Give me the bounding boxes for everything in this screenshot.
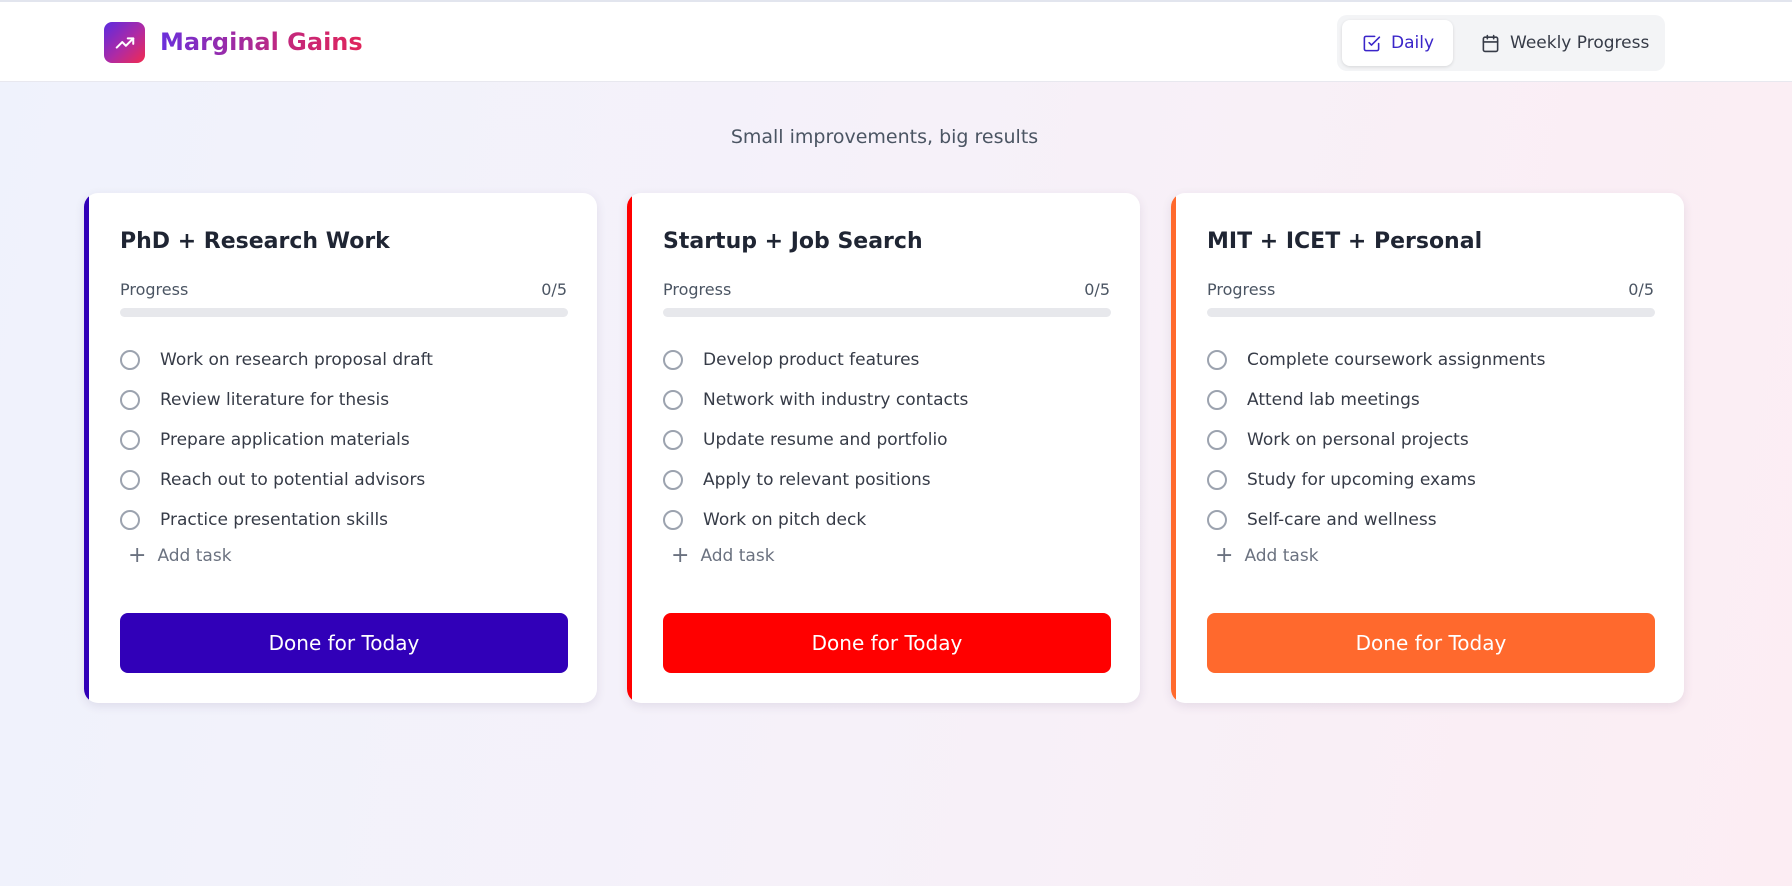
add-task-label: Add task bbox=[700, 546, 775, 566]
category-card-startup-job-search: Startup + Job Search Progress 0/5 Develo… bbox=[627, 193, 1140, 703]
task-checkbox[interactable] bbox=[1207, 390, 1227, 410]
task-label: Practice presentation skills bbox=[160, 510, 389, 530]
progress-bar bbox=[663, 308, 1111, 317]
task-label: Work on personal projects bbox=[1247, 430, 1469, 450]
task-item[interactable]: Apply to relevant positions bbox=[663, 460, 1113, 500]
progress-bar bbox=[120, 308, 568, 317]
card-accent-bar bbox=[627, 193, 632, 703]
tab-weekly-progress-label: Weekly Progress bbox=[1510, 33, 1650, 53]
task-checkbox[interactable] bbox=[663, 390, 683, 410]
task-checkbox[interactable] bbox=[663, 350, 683, 370]
add-task-button[interactable]: + Add task bbox=[1215, 543, 1319, 569]
task-label: Work on research proposal draft bbox=[160, 350, 433, 370]
trending-up-icon bbox=[115, 36, 134, 49]
task-checkbox[interactable] bbox=[1207, 510, 1227, 530]
card-accent-bar bbox=[1171, 193, 1176, 703]
card-title: Startup + Job Search bbox=[663, 229, 923, 254]
task-checkbox[interactable] bbox=[663, 470, 683, 490]
task-list: Work on research proposal draft Review l… bbox=[120, 340, 570, 540]
task-item[interactable]: Develop product features bbox=[663, 340, 1113, 380]
task-checkbox[interactable] bbox=[1207, 350, 1227, 370]
task-label: Study for upcoming exams bbox=[1247, 470, 1476, 490]
calendar-icon bbox=[1482, 34, 1499, 52]
task-checkbox[interactable] bbox=[1207, 470, 1227, 490]
task-item[interactable]: Work on pitch deck bbox=[663, 500, 1113, 540]
task-checkbox[interactable] bbox=[120, 470, 140, 490]
app-logo bbox=[104, 22, 145, 63]
plus-icon: + bbox=[1215, 543, 1234, 568]
progress-count: 0/5 bbox=[541, 280, 567, 299]
progress-label: Progress bbox=[120, 280, 189, 299]
page-subtitle: Small improvements, big results bbox=[730, 126, 1039, 148]
task-label: Attend lab meetings bbox=[1247, 390, 1420, 410]
task-list: Complete coursework assignments Attend l… bbox=[1207, 340, 1657, 540]
app-name: Marginal Gains bbox=[160, 28, 363, 56]
app-header: Marginal Gains Daily Weekly Progress bbox=[0, 2, 1792, 82]
task-checkbox[interactable] bbox=[663, 510, 683, 530]
done-for-today-button[interactable]: Done for Today bbox=[663, 613, 1111, 673]
tab-daily-label: Daily bbox=[1391, 33, 1435, 53]
progress-label: Progress bbox=[663, 280, 732, 299]
task-label: Review literature for thesis bbox=[160, 390, 390, 410]
task-checkbox[interactable] bbox=[120, 350, 140, 370]
task-item[interactable]: Study for upcoming exams bbox=[1207, 460, 1657, 500]
task-label: Develop product features bbox=[703, 350, 920, 370]
task-item[interactable]: Self-care and wellness bbox=[1207, 500, 1657, 540]
plus-icon: + bbox=[128, 543, 147, 568]
task-item[interactable]: Review literature for thesis bbox=[120, 380, 570, 420]
card-accent-bar bbox=[84, 193, 89, 703]
tab-daily[interactable]: Daily bbox=[1342, 20, 1453, 66]
task-label: Self-care and wellness bbox=[1247, 510, 1437, 530]
card-title: MIT + ICET + Personal bbox=[1207, 229, 1483, 254]
tab-weekly-progress[interactable]: Weekly Progress bbox=[1461, 20, 1661, 66]
task-checkbox[interactable] bbox=[663, 430, 683, 450]
task-item[interactable]: Work on research proposal draft bbox=[120, 340, 570, 380]
done-for-today-button[interactable]: Done for Today bbox=[120, 613, 568, 673]
task-item[interactable]: Attend lab meetings bbox=[1207, 380, 1657, 420]
progress-label: Progress bbox=[1207, 280, 1276, 299]
add-task-button[interactable]: + Add task bbox=[671, 543, 775, 569]
category-card-mit-icet-personal: MIT + ICET + Personal Progress 0/5 Compl… bbox=[1171, 193, 1684, 703]
progress-count: 0/5 bbox=[1084, 280, 1110, 299]
task-label: Work on pitch deck bbox=[703, 510, 867, 530]
task-list: Develop product features Network with in… bbox=[663, 340, 1113, 540]
task-item[interactable]: Complete coursework assignments bbox=[1207, 340, 1657, 380]
add-task-button[interactable]: + Add task bbox=[128, 543, 232, 569]
task-label: Prepare application materials bbox=[160, 430, 410, 450]
task-checkbox[interactable] bbox=[120, 510, 140, 530]
task-label: Complete coursework assignments bbox=[1247, 350, 1546, 370]
task-checkbox[interactable] bbox=[120, 390, 140, 410]
done-for-today-button[interactable]: Done for Today bbox=[1207, 613, 1655, 673]
task-label: Apply to relevant positions bbox=[703, 470, 931, 490]
add-task-label: Add task bbox=[157, 546, 232, 566]
task-checkbox[interactable] bbox=[120, 430, 140, 450]
task-item[interactable]: Network with industry contacts bbox=[663, 380, 1113, 420]
progress-bar bbox=[1207, 308, 1655, 317]
task-label: Update resume and portfolio bbox=[703, 430, 948, 450]
task-item[interactable]: Reach out to potential advisors bbox=[120, 460, 570, 500]
task-item[interactable]: Prepare application materials bbox=[120, 420, 570, 460]
task-item[interactable]: Work on personal projects bbox=[1207, 420, 1657, 460]
task-label: Reach out to potential advisors bbox=[160, 470, 426, 490]
progress-count: 0/5 bbox=[1628, 280, 1654, 299]
view-tabs: Daily Weekly Progress bbox=[1337, 15, 1665, 71]
task-item[interactable]: Practice presentation skills bbox=[120, 500, 570, 540]
plus-icon: + bbox=[671, 543, 690, 568]
task-label: Network with industry contacts bbox=[703, 390, 969, 410]
add-task-label: Add task bbox=[1244, 546, 1319, 566]
task-item[interactable]: Update resume and portfolio bbox=[663, 420, 1113, 460]
check-square-icon bbox=[1363, 35, 1381, 51]
task-checkbox[interactable] bbox=[1207, 430, 1227, 450]
category-card-phd-research: PhD + Research Work Progress 0/5 Work on… bbox=[84, 193, 597, 703]
card-title: PhD + Research Work bbox=[120, 229, 390, 254]
